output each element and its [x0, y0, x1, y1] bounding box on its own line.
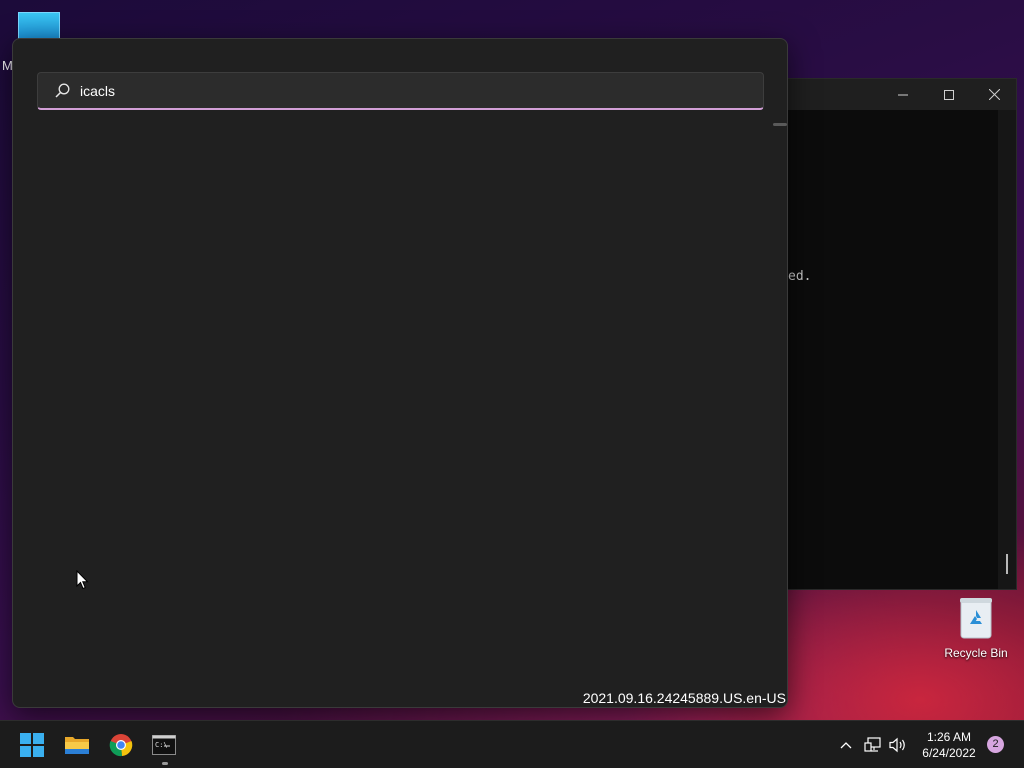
network-button[interactable]	[862, 721, 884, 768]
show-hidden-icons-button[interactable]	[835, 721, 857, 768]
folder-icon	[65, 737, 89, 754]
speaker-icon	[889, 737, 905, 753]
maximize-icon	[944, 89, 954, 100]
chrome-button[interactable]	[101, 725, 141, 765]
recycle-bin-icon	[958, 596, 994, 640]
windows-logo-icon	[20, 733, 44, 757]
file-explorer-button[interactable]	[57, 725, 97, 765]
network-icon	[864, 737, 881, 752]
search-icon	[54, 83, 70, 99]
taskbar-clock[interactable]: 1:26 AM 6/24/2022	[914, 729, 984, 761]
minimize-button[interactable]	[880, 79, 926, 110]
command-prompt-button[interactable]: C:\	[144, 725, 184, 765]
build-version-text: 2021.09.16.24245889.US.en-US	[582, 690, 786, 706]
taskbar: C:\ 1:26 AM 6/24/2022	[0, 720, 1024, 768]
results-scrollbar[interactable]	[773, 123, 787, 126]
console-scrollbar-thumb[interactable]	[1006, 554, 1008, 574]
volume-button[interactable]	[887, 721, 909, 768]
svg-text:C:\: C:\	[155, 741, 168, 749]
search-input[interactable]	[80, 82, 763, 99]
search-box[interactable]	[37, 72, 764, 110]
notification-badge[interactable]: 2	[987, 736, 1004, 753]
minimize-icon	[898, 94, 908, 95]
recycle-bin-label: Recycle Bin	[944, 646, 1008, 660]
terminal-icon: C:\	[152, 735, 176, 755]
start-button[interactable]	[12, 725, 52, 765]
close-icon	[988, 89, 1000, 100]
chevron-up-icon	[840, 742, 852, 749]
console-titlebar[interactable]	[761, 79, 1016, 110]
recycle-bin[interactable]: Recycle Bin	[940, 596, 1012, 660]
running-indicator	[162, 762, 168, 765]
console-window[interactable]: ed.	[760, 78, 1017, 590]
clock-date: 6/24/2022	[922, 746, 976, 760]
console-output-text: ed.	[788, 269, 812, 284]
search-flyout: 2021.09.16.24245889.US.en-US	[12, 38, 788, 708]
chrome-icon	[109, 734, 133, 757]
console-scrollbar[interactable]	[998, 110, 1016, 589]
clock-time: 1:26 AM	[926, 730, 972, 744]
desktop-shortcut-icon[interactable]	[18, 12, 60, 40]
close-button[interactable]	[971, 79, 1017, 110]
maximize-button[interactable]	[926, 79, 972, 110]
mouse-cursor-icon	[76, 570, 89, 590]
